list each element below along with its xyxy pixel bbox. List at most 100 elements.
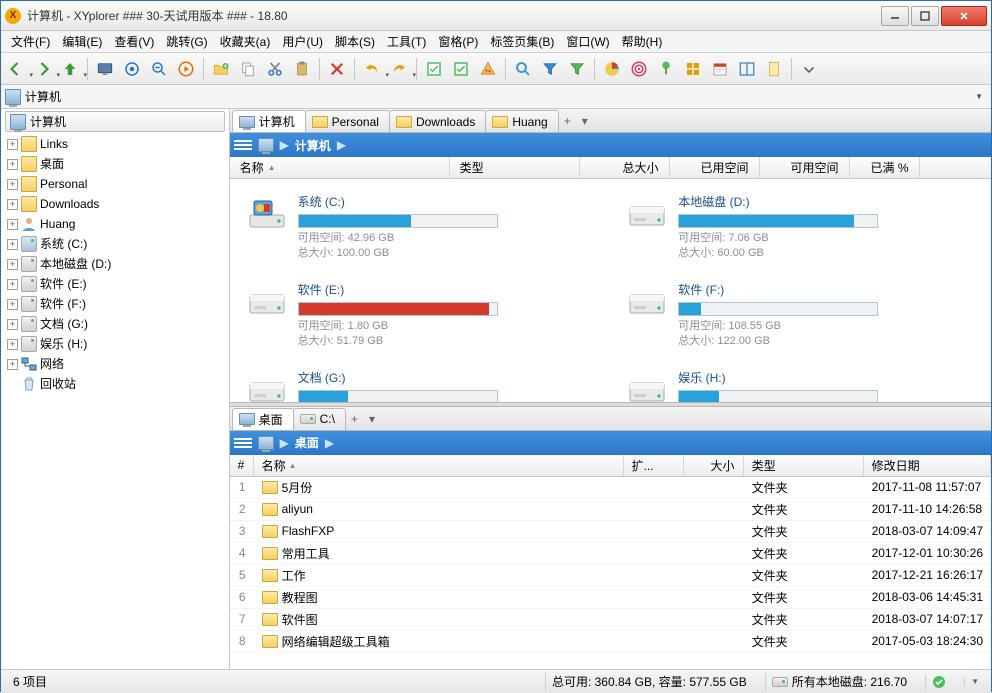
tree-item[interactable]: +Links <box>1 134 229 154</box>
list-item[interactable]: 3FlashFXP文件夹2018-03-07 14:09:47 <box>230 521 991 543</box>
menu-item[interactable]: 用户(U) <box>276 31 329 52</box>
address-bar[interactable]: 计算机 ▼ <box>1 85 991 109</box>
drive-item[interactable]: 文档 (G:) <box>230 363 611 402</box>
tree-item[interactable]: +Huang <box>1 214 229 234</box>
split-button[interactable] <box>735 57 759 81</box>
drive-item[interactable]: 软件 (F:)可用空间: 108.55 GB总大小: 122.00 GB <box>610 275 991 363</box>
forward-button[interactable]: ▾ <box>31 57 55 81</box>
expand-icon[interactable]: + <box>7 159 18 170</box>
pie-button[interactable] <box>600 57 624 81</box>
file-column-header[interactable]: # 名称▲ 扩... 大小 类型 修改日期 <box>230 455 991 477</box>
hamburger-icon[interactable] <box>234 140 252 150</box>
expand-icon[interactable]: + <box>7 259 18 270</box>
status-ok-icon[interactable] <box>925 675 952 689</box>
expand-icon[interactable]: + <box>7 219 18 230</box>
minimize-button[interactable] <box>881 6 909 26</box>
expand-icon[interactable]: + <box>7 339 18 350</box>
tree-item[interactable]: +网络 <box>1 354 229 374</box>
menu-item[interactable]: 查看(V) <box>108 31 160 52</box>
hamburger-icon[interactable] <box>234 438 252 448</box>
grid-button[interactable] <box>681 57 705 81</box>
menu-item[interactable]: 脚本(S) <box>329 31 381 52</box>
drive-item[interactable]: 系统 (C:)可用空间: 42.96 GB总大小: 100.00 GB <box>230 187 611 275</box>
undo-button[interactable]: ▾ <box>360 57 384 81</box>
column-header[interactable]: 已用空间 <box>670 157 760 178</box>
checkbox-button[interactable] <box>422 57 446 81</box>
col-name[interactable]: 名称▲ <box>254 455 624 476</box>
play-button[interactable] <box>174 57 198 81</box>
tab-menu-button[interactable]: ▾ <box>363 408 381 430</box>
delete-button[interactable] <box>325 57 349 81</box>
list-item[interactable]: 8网络编辑超级工具箱文件夹2017-05-03 18:24:30 <box>230 631 991 653</box>
new-tab-button[interactable]: + <box>558 110 577 132</box>
menu-item[interactable]: 帮助(H) <box>616 31 669 52</box>
expand-icon[interactable]: + <box>7 279 18 290</box>
zoom-out-button[interactable] <box>147 57 171 81</box>
tree-item[interactable]: +软件 (F:) <box>1 294 229 314</box>
close-button[interactable] <box>941 6 987 26</box>
check-button[interactable] <box>449 57 473 81</box>
drives-view[interactable]: 系统 (C:)可用空间: 42.96 GB总大小: 100.00 GB本地磁盘 … <box>230 179 991 402</box>
list-item[interactable]: 4常用工具文件夹2017-12-01 10:30:26 <box>230 543 991 565</box>
folder-tree[interactable]: 计算机 +Links+桌面+Personal+Downloads+Huang+系… <box>1 109 230 669</box>
tab[interactable]: 计算机 <box>232 110 306 132</box>
tree-button[interactable] <box>654 57 678 81</box>
col-date[interactable]: 修改日期 <box>864 455 991 476</box>
list-item[interactable]: 5工作文件夹2017-12-21 16:26:17 <box>230 565 991 587</box>
maximize-button[interactable] <box>911 6 939 26</box>
menu-item[interactable]: 跳转(G) <box>160 31 213 52</box>
up-button[interactable]: ▾ <box>58 57 82 81</box>
bottom-breadcrumb[interactable]: ▶ 桌面 ▶ <box>230 431 991 455</box>
menu-item[interactable]: 窗格(P) <box>432 31 484 52</box>
menu-item[interactable]: 标签页集(B) <box>484 31 560 52</box>
menu-item[interactable]: 收藏夹(a) <box>214 31 277 52</box>
tree-item[interactable]: +Downloads <box>1 194 229 214</box>
more-button[interactable] <box>797 57 821 81</box>
column-header[interactable]: 类型 <box>450 157 580 178</box>
tree-root[interactable]: 计算机 <box>5 111 225 132</box>
tree-item[interactable]: +软件 (E:) <box>1 274 229 294</box>
col-num[interactable]: # <box>230 455 254 476</box>
menu-item[interactable]: 工具(T) <box>381 31 432 52</box>
tab[interactable]: C:\ <box>293 408 346 430</box>
expand-icon[interactable]: + <box>7 199 18 210</box>
paste-button[interactable] <box>290 57 314 81</box>
tree-item[interactable]: +桌面 <box>1 154 229 174</box>
pizza-button[interactable] <box>476 57 500 81</box>
status-menu-icon[interactable]: ▼ <box>964 677 985 686</box>
address-dropdown-icon[interactable]: ▼ <box>971 92 987 101</box>
tab[interactable]: Personal <box>305 110 390 132</box>
tree-item[interactable]: +系统 (C:) <box>1 234 229 254</box>
list-item[interactable]: 7软件图文件夹2018-03-07 14:07:17 <box>230 609 991 631</box>
copy-button[interactable] <box>236 57 260 81</box>
list-item[interactable]: 6教程图文件夹2018-03-06 14:45:31 <box>230 587 991 609</box>
spiral-button[interactable] <box>627 57 651 81</box>
tree-item[interactable]: +文档 (G:) <box>1 314 229 334</box>
drives-column-header[interactable]: 名称▲类型总大小已用空间可用空间已满 % <box>230 157 991 179</box>
drive-item[interactable]: 娱乐 (H:) <box>610 363 991 402</box>
funnel-green-button[interactable] <box>565 57 589 81</box>
target-button[interactable] <box>120 57 144 81</box>
tab[interactable]: Huang <box>485 110 558 132</box>
calendar-button[interactable] <box>708 57 732 81</box>
list-item[interactable]: 15月份文件夹2017-11-08 11:57:07 <box>230 477 991 499</box>
expand-icon[interactable]: + <box>7 179 18 190</box>
tree-item[interactable]: 回收站 <box>1 374 229 394</box>
new-tab-button[interactable]: + <box>345 408 364 430</box>
file-list[interactable]: # 名称▲ 扩... 大小 类型 修改日期 15月份文件夹2017-11-08 … <box>230 455 991 670</box>
column-header[interactable]: 可用空间 <box>760 157 850 178</box>
column-header[interactable]: 已满 % <box>850 157 920 178</box>
list-item[interactable]: 2aliyun文件夹2017-11-10 14:26:58 <box>230 499 991 521</box>
back-button[interactable]: ▾ <box>4 57 28 81</box>
drive-item[interactable]: 软件 (E:)可用空间: 1.80 GB总大小: 51.79 GB <box>230 275 611 363</box>
new-folder-button[interactable] <box>209 57 233 81</box>
col-type[interactable]: 类型 <box>744 455 864 476</box>
tree-item[interactable]: +娱乐 (H:) <box>1 334 229 354</box>
menu-item[interactable]: 窗口(W) <box>560 31 615 52</box>
redo-button[interactable]: ▾ <box>387 57 411 81</box>
tab[interactable]: Downloads <box>389 110 486 132</box>
tree-item[interactable]: +Personal <box>1 174 229 194</box>
top-breadcrumb[interactable]: ▶ 计算机 ▶ <box>230 133 991 157</box>
column-header[interactable]: 名称▲ <box>230 157 450 178</box>
expand-icon[interactable]: + <box>7 319 18 330</box>
